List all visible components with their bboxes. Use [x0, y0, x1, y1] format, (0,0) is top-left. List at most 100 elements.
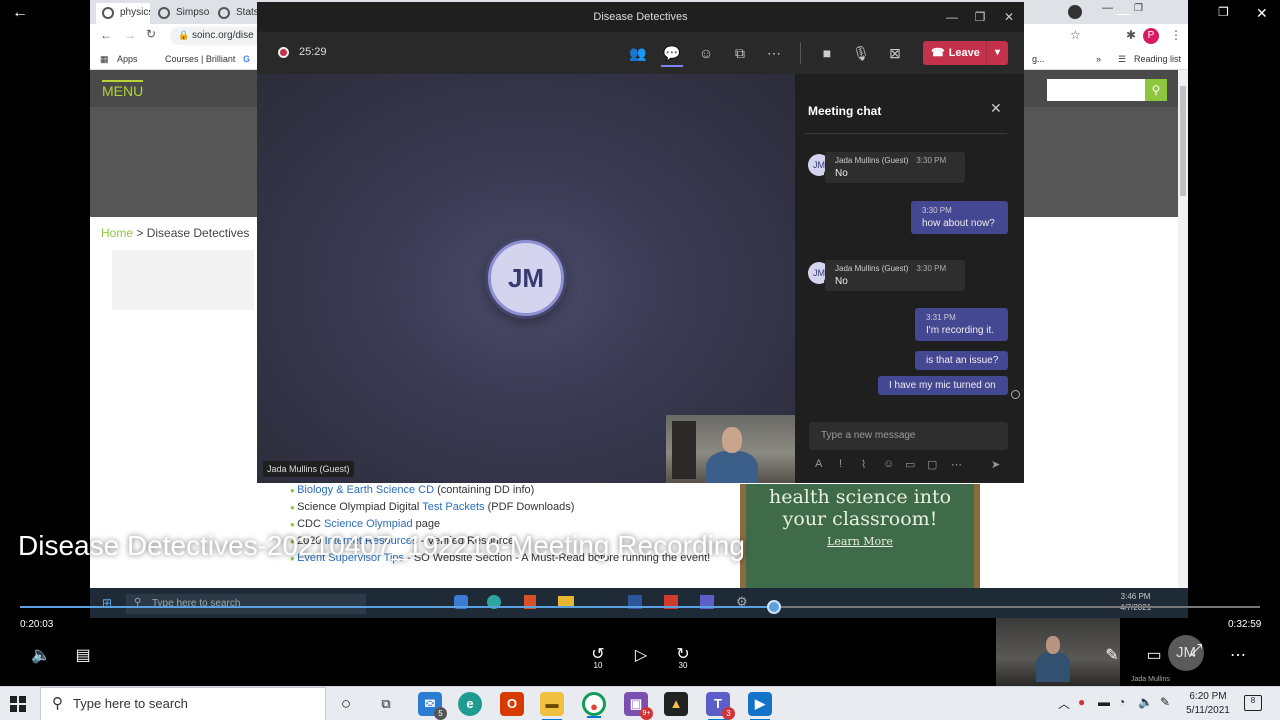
resource-text: (containing DD info): [434, 484, 535, 496]
screen: physics Simpso Stats — ❐ ← → ↻ 🔒 soinc.o…: [0, 0, 1280, 720]
resource-prefix: CDC: [297, 518, 324, 530]
camera-icon: ■: [822, 45, 832, 61]
chat-avatar-initials: JM: [813, 268, 825, 278]
forward-icon: →: [124, 28, 136, 42]
message-meta: Jada Mullins (Guest) 3:30 PM: [835, 156, 955, 165]
skip-back-button[interactable]: ↺ 10: [587, 644, 609, 670]
list-item: Biology & Earth Science CD (containing D…: [290, 484, 710, 501]
self-video-background: [672, 421, 696, 479]
chevron-down-icon: ▾: [986, 41, 1008, 65]
seek-bar-handle[interactable]: [767, 600, 781, 614]
mail-badge: 5: [434, 707, 447, 720]
taskbar-search-placeholder: Type here to search: [73, 696, 188, 711]
battery-icon[interactable]: ▬: [1098, 695, 1110, 709]
taskbar-clock[interactable]: 6:20 PM 5/11/2021: [1180, 690, 1236, 718]
notification-center-icon[interactable]: 8: [1244, 695, 1262, 711]
back-icon[interactable]: ←: [12, 4, 28, 22]
mail-app-icon[interactable]: ✉ 5: [418, 692, 447, 720]
pen-tray-icon[interactable]: ✎: [1160, 695, 1170, 709]
message-time: 3:31 PM: [926, 313, 956, 322]
skip-forward-button[interactable]: ↻ 30: [672, 644, 694, 670]
windows-start-icon[interactable]: [10, 696, 26, 712]
notes-app-icon[interactable]: ▣ 9+: [624, 692, 653, 720]
reading-list-icon: ☰: [1118, 54, 1127, 64]
message-time: 3:30 PM: [916, 264, 947, 273]
skip-forward-seconds: 30: [678, 661, 688, 670]
participant-avatar: JM: [488, 240, 564, 316]
clock-time: 6:20 PM: [1189, 691, 1227, 702]
self-video-person-head: [722, 427, 742, 453]
message-text: I'm recording it.: [926, 325, 995, 336]
participants-icon: 👥: [629, 45, 647, 61]
captions-icon[interactable]: ▤: [72, 645, 94, 665]
chat-panel-title: Meeting chat: [808, 104, 882, 118]
back-icon: ←: [100, 28, 112, 42]
browser-tab-simpson: Simpso: [152, 3, 210, 24]
skip-back-seconds: 10: [593, 661, 603, 670]
windows-taskbar: ⚲ Type here to search ○ ⧉ ✉ 5 e O ▬ ● ▣ 9+…: [0, 686, 1280, 720]
lock-icon: 🔒: [178, 30, 190, 40]
thumbnail-person-body: [1036, 652, 1070, 682]
resource-link: Test Packets: [422, 501, 485, 513]
edit-pen-icon[interactable]: ✎: [1102, 645, 1122, 665]
teams-app-icon[interactable]: T3: [706, 692, 735, 720]
taskbar-search-box[interactable]: ⚲ Type here to search: [40, 687, 326, 720]
site-search-icon: ⚲: [1145, 79, 1167, 101]
rooms-icon: ⧉: [735, 45, 745, 61]
chat-message-outgoing: 3:30 PM how about now?: [911, 201, 1008, 234]
edge-app-icon[interactable]: e: [458, 692, 482, 716]
tab-favicon-icon: [102, 7, 114, 19]
tab-favicon-icon: [218, 7, 230, 19]
tray-security-icon[interactable]: ●: [1078, 695, 1085, 709]
player-controls-bar: 🔈 ▤ ↺ 10 ▷ ↻ 30 ✎ ▭ JM ⤢ ⋯ Jada Mullins: [0, 618, 1280, 686]
player-maximize-icon[interactable]: ❐: [1218, 5, 1229, 19]
movies-tv-app-icon[interactable]: ▶: [748, 692, 772, 720]
meeting-controls-bar: 25:29 👥 💬 ☺ ⧉ ⋯ ■ 🎙 ⊠ ☎ Leave ▾: [257, 32, 1024, 74]
meeting-chat-panel: Meeting chat ✕ JM Jada Mullins (Guest) 3:…: [795, 74, 1024, 483]
teams-close-icon: ✕: [1003, 10, 1015, 24]
send-icon: ➤: [991, 459, 1001, 471]
leave-label: Leave: [948, 47, 980, 59]
thumbnail-person-head: [1046, 636, 1060, 654]
tab-label: Stats: [236, 7, 258, 18]
message-text: No: [835, 168, 848, 179]
chat-divider: [805, 133, 1007, 134]
player-close-icon[interactable]: ✕: [1256, 5, 1268, 22]
apps-grid-icon: ▦: [100, 54, 109, 64]
cdc-ad-banner: health science into your classroom! Lear…: [740, 484, 980, 594]
wifi-icon[interactable]: ◔: [1118, 695, 1125, 709]
player-minimize-icon[interactable]: —: [1116, 5, 1130, 21]
resource-text: page: [412, 518, 441, 530]
mini-view-icon[interactable]: ▭: [1144, 645, 1164, 665]
participant-name-label: Jada Mullins (Guest): [263, 461, 354, 477]
task-view-icon[interactable]: ⧉: [374, 692, 398, 716]
resource-link: Biology & Earth Science CD: [297, 484, 435, 496]
message-meta: Jada Mullins (Guest) 3:30 PM: [835, 264, 955, 273]
thumbnail-caption: Jada Mullins: [1131, 676, 1170, 683]
cortana-icon[interactable]: ○: [334, 692, 358, 716]
office-app-icon[interactable]: O: [500, 692, 524, 716]
tab-label: Simpso: [176, 7, 210, 18]
more-actions-icon: ⋯: [767, 45, 781, 61]
chat-message-incoming: Jada Mullins (Guest) 3:30 PM No: [825, 260, 965, 291]
player-window-controls: — ❐ ✕: [1098, 0, 1280, 28]
play-button[interactable]: ▷: [630, 645, 652, 665]
more-options-icon[interactable]: ⋯: [1228, 645, 1248, 665]
file-explorer-icon[interactable]: ▬: [540, 692, 564, 720]
tab-search-icon: [1068, 5, 1082, 19]
message-text: how about now?: [922, 218, 995, 229]
chat-message-outgoing: is that an issue?: [915, 351, 1008, 370]
browser-menu-icon: ⋮: [1170, 28, 1182, 42]
read-receipt-icon: [1011, 390, 1020, 399]
photos-app-icon[interactable]: ▲: [664, 692, 688, 716]
resource-link: Science Olympiad: [323, 518, 413, 530]
volume-icon[interactable]: 🔈: [30, 645, 52, 665]
emoji-icon: ☺: [883, 458, 895, 470]
tray-chevron-up-icon[interactable]: ︿: [1058, 695, 1070, 712]
attach-icon: ⌇: [861, 459, 867, 471]
fullscreen-icon[interactable]: ⤢: [1186, 642, 1206, 660]
chrome-app-icon[interactable]: ●: [582, 692, 606, 718]
speaker-icon[interactable]: 🔈: [1138, 695, 1153, 709]
browser-tab-physics: physics: [96, 3, 150, 24]
extensions-icon: ✱: [1126, 28, 1137, 42]
